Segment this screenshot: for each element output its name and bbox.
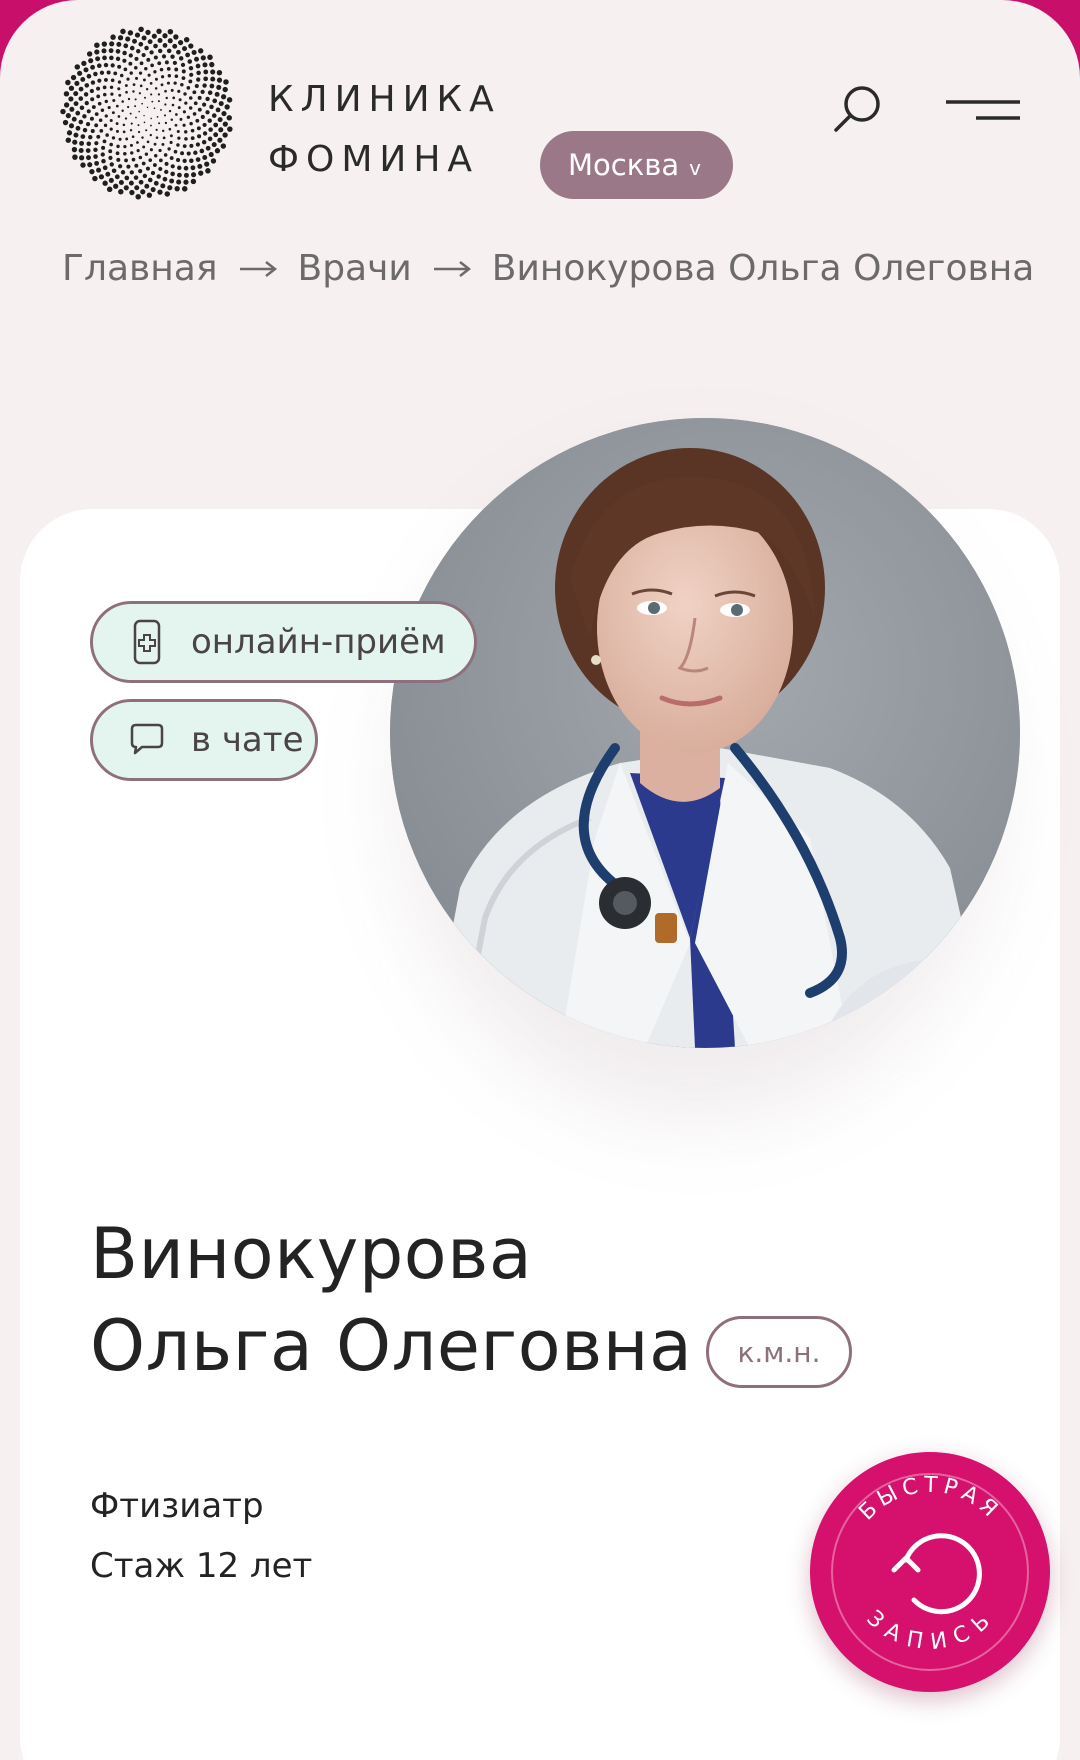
chat-bubble-icon	[130, 723, 164, 755]
breadcrumb: Главная Врачи Винокурова Ольга Олеговна	[62, 248, 1060, 289]
quick-booking-top-text: БЫСТРАЯ	[854, 1473, 1005, 1526]
city-label: Москва	[568, 148, 680, 182]
chevron-down-icon: v	[689, 156, 701, 180]
breadcrumb-doctors[interactable]: Врачи	[298, 248, 412, 289]
clinic-logo-icon[interactable]	[58, 24, 236, 202]
online-appointment-badge[interactable]: онлайн-приём	[90, 601, 477, 683]
clinic-logo-text[interactable]: КЛИНИКА ФОМИНА	[268, 70, 501, 190]
doctor-portrait-image	[390, 418, 1020, 1048]
city-selector-button[interactable]: Москва v	[540, 131, 733, 199]
quick-booking-button[interactable]: БЫСТРАЯ ЗАПИСЬ	[810, 1452, 1050, 1692]
breadcrumb-home[interactable]: Главная	[62, 248, 218, 289]
quick-booking-graphic: БЫСТРАЯ ЗАПИСЬ	[831, 1473, 1029, 1671]
logo-line-1: КЛИНИКА	[268, 79, 501, 120]
logo-line-2: ФОМИНА	[268, 139, 480, 180]
doctor-photo	[390, 418, 1020, 1048]
doctor-name: Винокурова Ольга Олеговна	[90, 1208, 692, 1392]
doctor-given-names: Ольга Олеговна	[90, 1305, 693, 1387]
phone-icon	[133, 619, 161, 665]
refresh-icon	[891, 1533, 982, 1615]
online-label: онлайн-приём	[191, 622, 446, 662]
quick-booking-bottom-text: ЗАПИСЬ	[861, 1606, 998, 1655]
doctor-surname: Винокурова	[90, 1213, 533, 1295]
menu-icon[interactable]	[946, 98, 1020, 124]
arrow-right-icon	[239, 260, 277, 277]
search-icon[interactable]	[830, 82, 886, 138]
arrow-right-icon	[433, 260, 471, 277]
chat-label: в чате	[191, 720, 304, 760]
doctor-experience: Стаж 12 лет	[90, 1546, 313, 1586]
degree-badge: к.м.н.	[706, 1316, 852, 1388]
breadcrumb-current: Винокурова Ольга Олеговна	[491, 248, 1035, 289]
doctor-specialty: Фтизиатр	[90, 1486, 264, 1526]
chat-badge[interactable]: в чате	[90, 699, 318, 781]
page: КЛИНИКА ФОМИНА Москва v Главная Врачи Ви…	[0, 0, 1080, 1760]
